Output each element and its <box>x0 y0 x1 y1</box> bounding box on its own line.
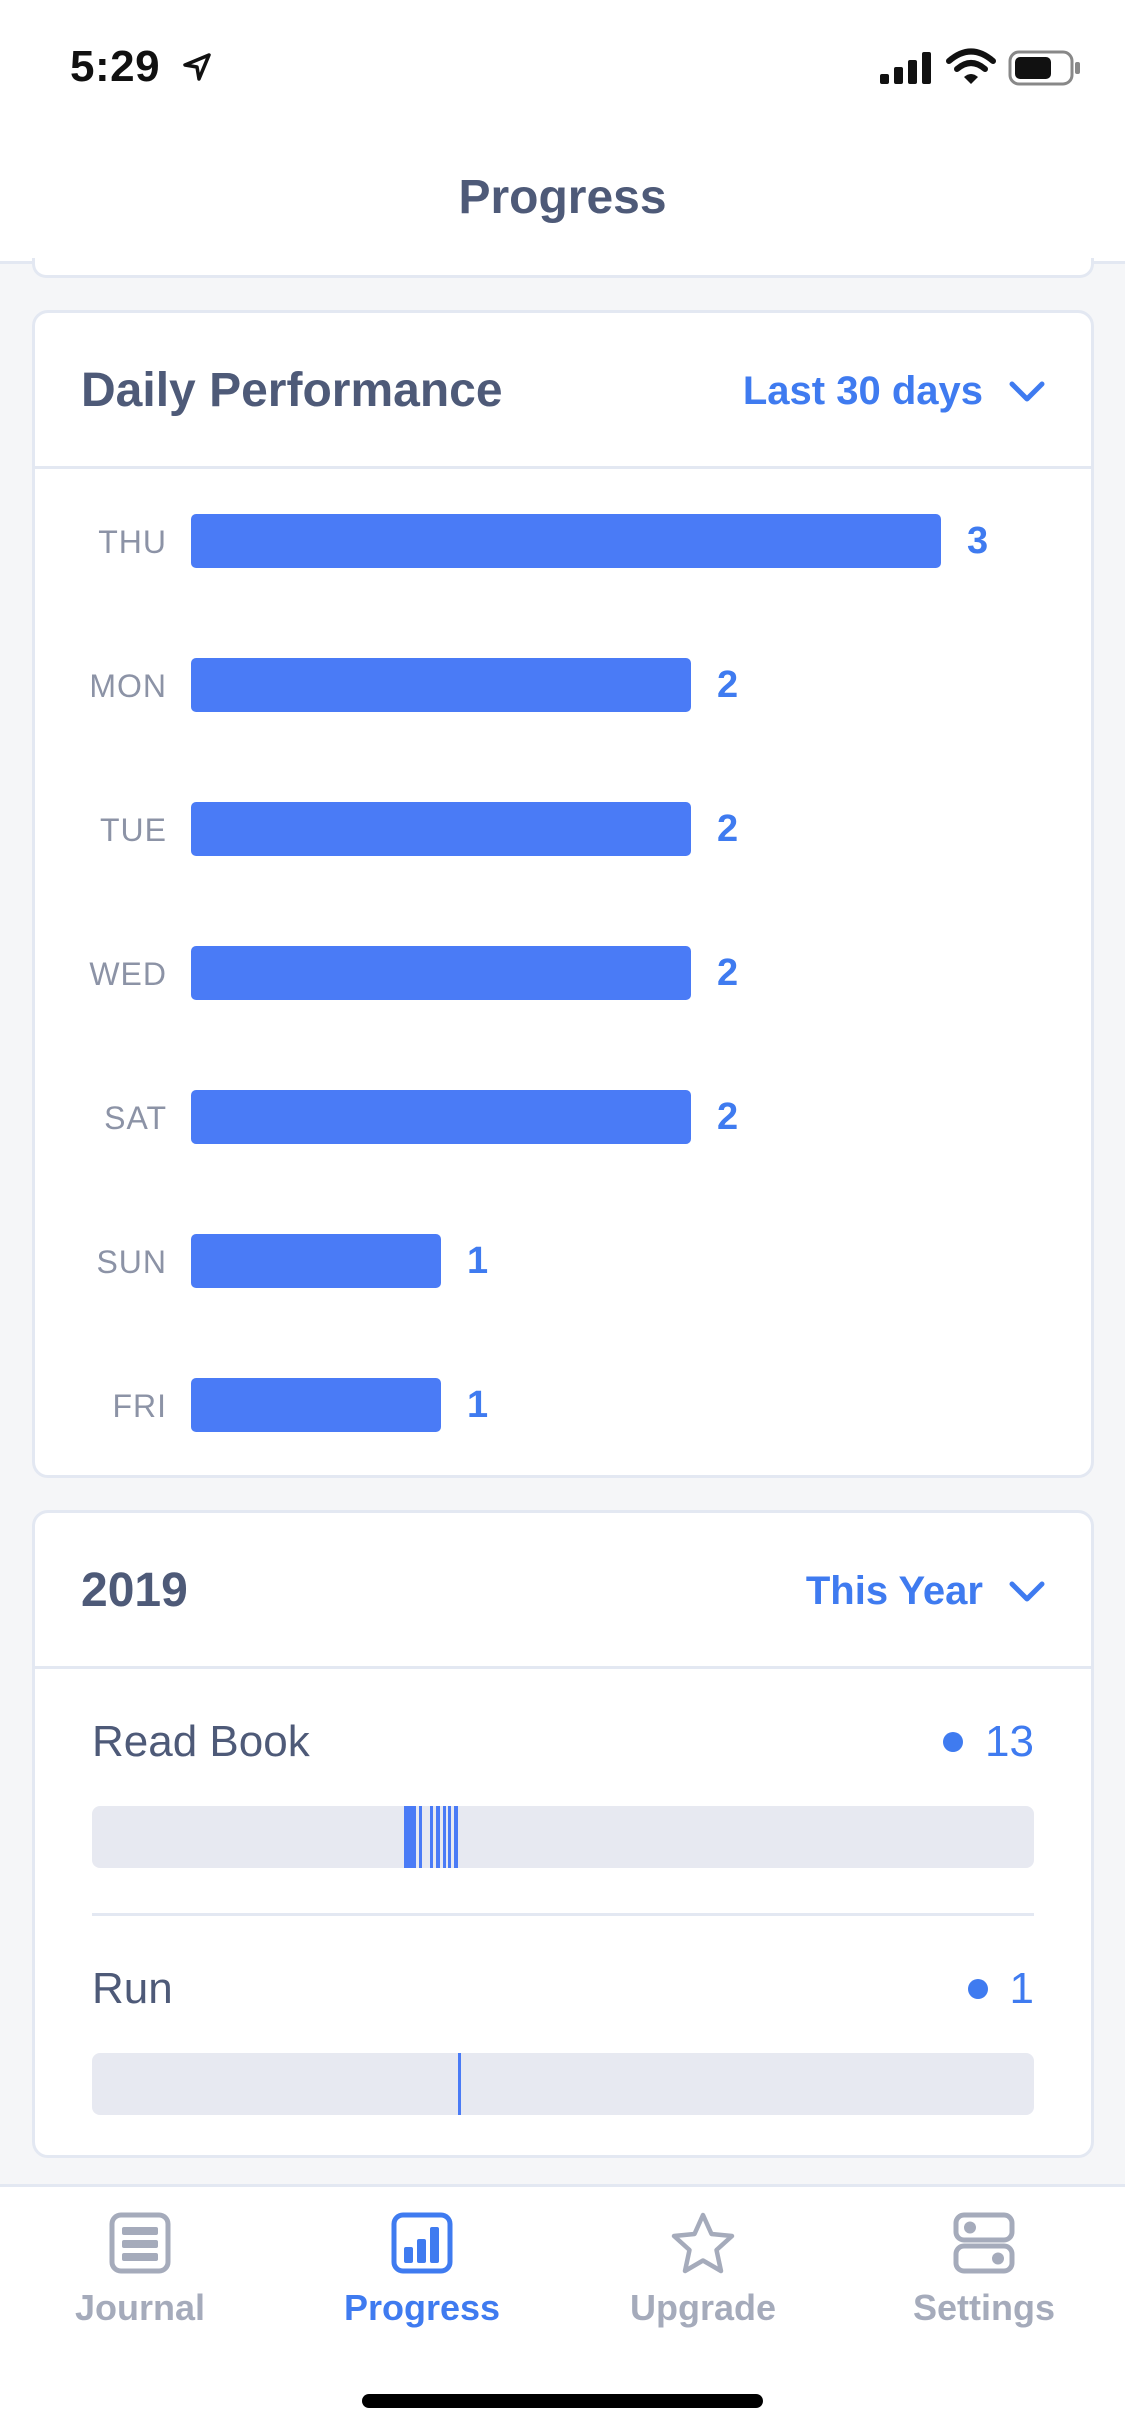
timeline-mark <box>404 1806 416 1868</box>
battery-icon <box>1008 50 1080 86</box>
timeline-mark <box>458 2053 461 2115</box>
bar <box>191 514 941 568</box>
bar-category-label: THU <box>98 524 167 560</box>
card-title: 2019 <box>81 1564 188 1617</box>
bar-category-label: SAT <box>104 1100 167 1136</box>
habit-count-value: 1 <box>1009 1964 1034 2013</box>
dot-icon <box>967 1979 988 1999</box>
tab-label: Journal <box>74 2287 206 2328</box>
bar-value-label: 2 <box>717 664 739 706</box>
daily-bar-chart: THU 3 MON 2 TUE 2 WED 2 SAT 2 SUN 1 FRI 1 <box>35 469 1091 1475</box>
timeline-mark <box>448 1806 451 1868</box>
bar <box>191 1090 691 1144</box>
bar-value-label: 2 <box>717 952 739 994</box>
range-dropdown[interactable]: Last 30 days <box>743 369 1045 414</box>
year-card: 2019 This Year Read Book 13 Run 1 <box>32 1510 1094 2158</box>
bar-value-label: 1 <box>467 1240 489 1282</box>
habit-count: 13 <box>943 1717 1034 1767</box>
habit-timeline <box>92 2053 1034 2115</box>
tab-upgrade[interactable]: Upgrade <box>563 2211 843 2329</box>
tab-label: Progress <box>343 2287 501 2328</box>
habit-row-run[interactable]: Run 1 <box>92 1913 1034 2157</box>
habit-timeline <box>92 1806 1034 1868</box>
journal-icon <box>109 2212 171 2274</box>
habit-count: 1 <box>967 1964 1034 2014</box>
range-dropdown-label: This Year <box>805 1569 983 1613</box>
timeline-mark <box>454 1806 458 1868</box>
tab-journal[interactable]: Journal <box>0 2211 280 2329</box>
status-bar: 5:29 <box>0 0 1125 132</box>
bar <box>191 658 691 712</box>
chevron-down-icon <box>1009 1581 1045 1601</box>
bar-category-label: TUE <box>100 812 167 848</box>
habit-name: Read Book <box>92 1717 310 1766</box>
timeline-mark <box>430 1806 433 1868</box>
habit-name: Run <box>92 1964 173 2013</box>
card-title: Daily Performance <box>81 364 503 417</box>
bar-category-label: SUN <box>96 1244 167 1280</box>
settings-icon <box>953 2212 1015 2274</box>
bar <box>191 1378 441 1432</box>
wifi-icon <box>946 48 996 84</box>
tab-settings[interactable]: Settings <box>844 2211 1124 2329</box>
previous-card-edge <box>32 258 1094 278</box>
card-header: Daily Performance Last 30 days <box>35 313 1091 469</box>
dot-icon <box>943 1732 964 1752</box>
card-header: 2019 This Year <box>35 1513 1091 1669</box>
navigation-bar: Progress <box>0 132 1125 264</box>
timeline-mark <box>419 1806 422 1868</box>
bar-category-label: MON <box>89 668 167 704</box>
home-indicator <box>362 2394 763 2408</box>
tab-progress[interactable]: Progress <box>282 2211 562 2329</box>
timeline-mark <box>443 1806 446 1868</box>
bar-category-label: FRI <box>112 1388 167 1424</box>
year-range-dropdown[interactable]: This Year <box>806 1569 1045 1614</box>
bar <box>191 802 691 856</box>
bar-value-label: 1 <box>467 1384 489 1426</box>
bar-value-label: 3 <box>967 520 989 562</box>
location-arrow-icon <box>183 53 211 81</box>
bar <box>191 1234 441 1288</box>
bar-category-label: WED <box>89 956 167 992</box>
star-icon <box>671 2212 735 2274</box>
timeline-mark <box>436 1806 440 1868</box>
cellular-signal-icon <box>880 52 931 84</box>
tab-label: Upgrade <box>629 2287 777 2328</box>
bar-value-label: 2 <box>717 1096 739 1138</box>
chevron-down-icon <box>1009 381 1045 401</box>
bar <box>191 946 691 1000</box>
progress-chart-icon <box>391 2212 453 2274</box>
status-time: 5:29 <box>70 42 161 91</box>
habit-count-value: 13 <box>985 1717 1034 1766</box>
tab-label: Settings <box>912 2287 1055 2328</box>
daily-performance-card: Daily Performance Last 30 days THU 3 MON 2 T… <box>32 310 1094 1478</box>
bar-value-label: 2 <box>717 808 739 850</box>
page-title: Progress <box>458 171 667 224</box>
habit-row-read-book[interactable]: Read Book 13 <box>92 1669 1034 1913</box>
range-dropdown-label: Last 30 days <box>742 369 983 413</box>
